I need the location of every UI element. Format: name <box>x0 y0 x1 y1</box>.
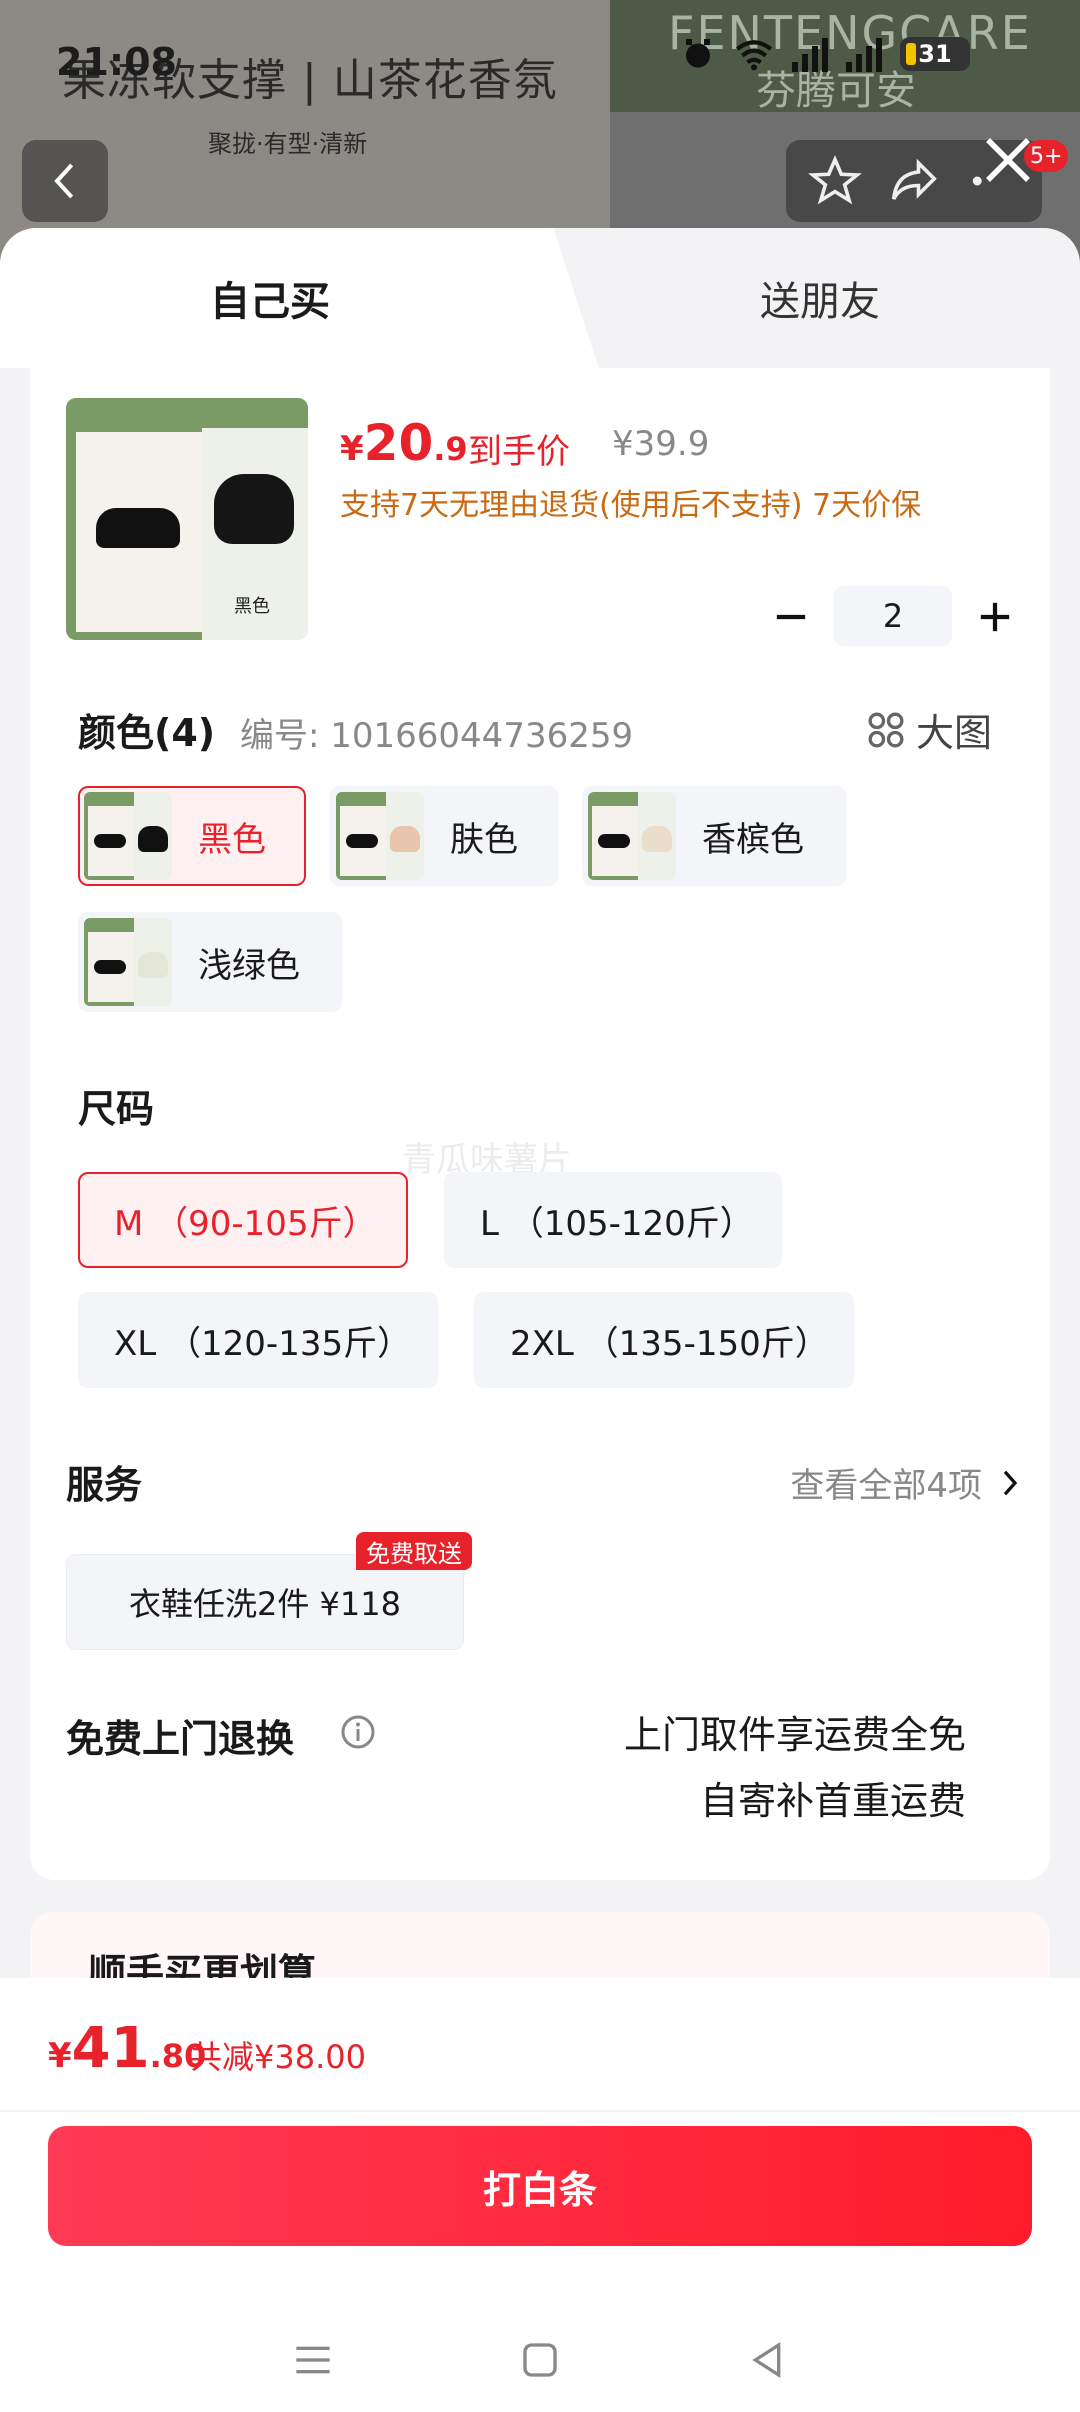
view-all-services-label: 查看全部4项 <box>790 1466 982 1506</box>
back-button[interactable] <box>22 140 108 222</box>
total-integer: 41 <box>71 2016 150 2081</box>
color-swatch-thumbnail <box>336 792 424 880</box>
signal-icon-2 <box>846 36 882 72</box>
view-all-services-link[interactable]: 查看全部4项 <box>790 1458 1020 1507</box>
tab-buy-self-label: 自己买 <box>210 279 330 325</box>
quantity-increase-button[interactable] <box>970 592 1020 642</box>
purchase-sheet: 送朋友 自己买 黑色 ¥ 20 .9 到手价 ¥39.9 支持7天无理由退货(使… <box>0 228 1080 2412</box>
grid-icon <box>868 712 904 747</box>
price-integer: 20 <box>363 414 434 472</box>
current-price: ¥ 20 .9 <box>340 414 468 472</box>
free-return-title: 免费上门退换 <box>66 1717 295 1761</box>
star-icon[interactable] <box>808 154 863 208</box>
share-icon[interactable] <box>887 154 941 208</box>
tab-gift-friend[interactable]: 送朋友 <box>560 228 1080 368</box>
color-option-light-green[interactable]: 浅绿色 <box>78 912 342 1012</box>
thumbnail-product <box>214 474 294 544</box>
size-option-m[interactable]: M （90-105斤） <box>78 1172 408 1268</box>
thumbnail-logo-bar <box>202 398 308 428</box>
color-option-label: 黑色 <box>198 819 266 860</box>
cart-count-badge: 5+ <box>1024 140 1069 172</box>
sku-code: 编号: 10166044736259 <box>240 716 634 756</box>
return-policy-promo: 支持7天无理由退货(使用后不支持) 7天价保 <box>340 488 922 523</box>
minus-icon <box>776 614 806 620</box>
sku-card: 黑色 ¥ 20 .9 到手价 ¥39.9 支持7天无理由退货(使用后不支持) 7… <box>30 368 1050 1880</box>
color-option-champagne[interactable]: 香槟色 <box>582 786 846 886</box>
signal-icon <box>792 36 828 72</box>
free-pickup-badge: 免费取送 <box>356 1532 472 1570</box>
alarm-icon <box>686 39 710 68</box>
large-image-toggle[interactable]: 大图 <box>866 702 992 757</box>
battery-indicator: 31 <box>900 37 970 71</box>
price-tag-label: 到手价 <box>468 432 570 472</box>
menu-icon[interactable] <box>293 2340 333 2380</box>
home-icon[interactable] <box>520 2340 560 2380</box>
checkout-bar: ¥ 41 .80 共减¥38.00 打白条 <box>0 1978 1080 2412</box>
size-option-xl[interactable]: XL （120-135斤） <box>78 1292 438 1388</box>
price-decimal: .9 <box>433 430 468 468</box>
free-return-detail-1: 上门取件享运费全免 <box>623 1713 966 1757</box>
color-swatch-thumbnail <box>84 792 172 880</box>
status-time: 21:08 <box>56 40 177 84</box>
total-currency: ¥ <box>48 2036 72 2076</box>
plus-icon <box>980 602 1010 632</box>
thumbnail-color-label: 黑色 <box>234 596 270 617</box>
large-image-label: 大图 <box>916 711 993 755</box>
color-section-title: 颜色(4) <box>78 711 216 755</box>
price-currency: ¥ <box>340 429 364 469</box>
color-swatch-thumbnail <box>588 792 676 880</box>
product-thumbnail[interactable]: 黑色 <box>66 398 308 640</box>
status-icons: 31 <box>680 36 970 72</box>
original-price: ¥39.9 <box>612 424 710 464</box>
back-triangle-icon[interactable] <box>747 2340 787 2380</box>
pay-with-baitiao-button[interactable]: 打白条 <box>48 2126 1032 2246</box>
product-banner-subtitle: 聚拢·有型·清新 <box>208 130 368 158</box>
quantity-input[interactable]: 2 <box>834 586 952 646</box>
color-swatch-thumbnail <box>84 918 172 1006</box>
color-option-label: 香槟色 <box>702 819 804 860</box>
size-option-l[interactable]: L （105-120斤） <box>444 1172 782 1268</box>
system-nav-bar <box>0 2310 1080 2410</box>
free-return-detail-2: 自寄补首重运费 <box>699 1779 966 1823</box>
total-discount: 共减¥38.00 <box>190 2038 366 2076</box>
chevron-left-icon <box>54 163 74 199</box>
total-price: ¥ 41 .80 <box>48 2016 206 2081</box>
tab-buy-self[interactable]: 自己买 <box>0 228 540 368</box>
chevron-right-icon <box>1003 1470 1018 1495</box>
color-option-black[interactable]: 黑色 <box>78 786 306 886</box>
service-section-title: 服务 <box>66 1463 143 1507</box>
quantity-decrease-button[interactable] <box>766 592 816 642</box>
info-icon[interactable] <box>340 1714 376 1750</box>
size-option-2xl[interactable]: 2XL （135-150斤） <box>474 1292 854 1388</box>
checkout-divider <box>0 2110 1080 2112</box>
color-option-label: 肤色 <box>450 819 518 860</box>
battery-level: 31 <box>918 40 952 68</box>
size-section-title: 尺码 <box>78 1087 155 1131</box>
wifi-icon <box>736 40 772 71</box>
color-option-nude[interactable]: 肤色 <box>330 786 558 886</box>
color-option-label: 浅绿色 <box>198 945 300 986</box>
thumbnail-product-worn <box>96 508 180 548</box>
